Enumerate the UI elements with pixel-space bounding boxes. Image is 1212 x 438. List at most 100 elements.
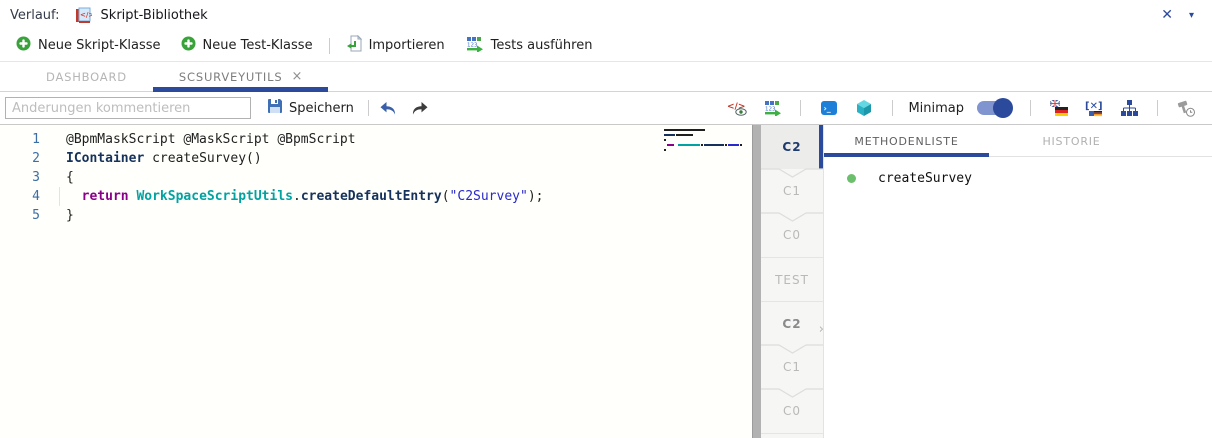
save-icon: [267, 98, 283, 118]
panel-tab[interactable]: HISTORIE: [989, 127, 1154, 156]
active-tab-bar: [819, 125, 823, 169]
line-number: 1: [0, 130, 40, 149]
divider: [800, 100, 801, 116]
code-text: return WorkSpaceScriptUtils.createDefaul…: [66, 187, 543, 206]
tab-label: DASHBOARD: [46, 70, 127, 84]
code-text: IContainer createSurvey(): [66, 149, 262, 168]
svg-text:</>: </>: [80, 11, 92, 19]
class-level-label: C1: [783, 360, 801, 374]
hierarchy-icon[interactable]: [1116, 95, 1142, 121]
class-level-tab[interactable]: TEST: [761, 257, 823, 301]
class-hierarchy-tabs: C2 C1 C0 TEST C2 C1 C0: [761, 125, 824, 438]
class-level-tab[interactable]: C2: [761, 301, 823, 345]
history-label: Verlauf:: [10, 8, 60, 23]
code-text: @BpmMaskScript @MaskScript @BpmScript: [66, 130, 356, 149]
document-tabbar: DASHBOARD SCSURVEYUTILS ×: [0, 62, 1212, 92]
close-icon[interactable]: ✕: [1153, 7, 1181, 23]
class-level-tab[interactable]: C0: [761, 213, 823, 257]
class-level-tab[interactable]: C1: [761, 169, 823, 213]
method-status-dot: [847, 174, 856, 183]
method-panel: METHODENLISTE HISTORIE createSurvey: [824, 125, 1212, 438]
new-script-class-label: Neue Skript-Klasse: [38, 38, 161, 53]
minimap-label: Minimap: [908, 101, 964, 116]
svg-text:123: 123: [765, 107, 776, 113]
code-line: 5 }: [0, 206, 752, 225]
svg-text:[✕]: [✕]: [1085, 101, 1103, 112]
code-editor[interactable]: 1 @BpmMaskScript @MaskScript @BpmScript …: [0, 125, 752, 438]
plus-circle-icon: [16, 36, 31, 55]
svg-text:123: 123: [467, 42, 478, 48]
run-tests-label: Tests ausführen: [491, 38, 593, 53]
build-history-icon[interactable]: [1173, 95, 1199, 121]
comment-input[interactable]: [5, 97, 251, 119]
run-tests-icon: 123: [465, 36, 484, 56]
code-text: {: [66, 168, 74, 187]
tab-label: SCSURVEYUTILS: [179, 70, 283, 84]
method-name: createSurvey: [878, 171, 972, 186]
minimap-toggle[interactable]: [977, 101, 1011, 115]
chevron-separator: [761, 168, 824, 179]
script-library-book-icon: </>: [74, 5, 94, 25]
class-level-tab[interactable]: C1: [761, 345, 823, 389]
save-label: Speichern: [289, 101, 354, 116]
code-text: }: [66, 206, 74, 225]
class-level-tab[interactable]: C2: [761, 125, 823, 169]
svg-text:›_: ›_: [824, 104, 831, 113]
panel-collapse-handle[interactable]: ›: [819, 322, 824, 337]
line-number: 2: [0, 149, 40, 168]
terminal-icon[interactable]: ›_: [816, 95, 842, 121]
class-level-tab[interactable]: [761, 433, 823, 438]
new-test-class-button[interactable]: Neue Test-Klasse: [171, 33, 323, 59]
divider: [1157, 100, 1158, 116]
plus-circle-icon: [181, 36, 196, 55]
chevron-separator: [761, 212, 824, 223]
chevron-separator: [761, 344, 824, 355]
new-test-class-label: Neue Test-Klasse: [203, 38, 313, 53]
code-line: 3 {: [0, 168, 752, 187]
run-tests-button[interactable]: 123 Tests ausführen: [455, 33, 603, 59]
save-button[interactable]: Speichern: [259, 95, 362, 121]
divider: [1030, 100, 1031, 116]
class-level-label: C2: [782, 140, 801, 154]
import-button[interactable]: Importieren: [336, 33, 455, 59]
class-level-label: TEST: [775, 273, 809, 287]
redo-icon[interactable]: [407, 95, 433, 121]
editor-scrollbar[interactable]: [752, 125, 761, 438]
run-tests-icon[interactable]: 123: [759, 95, 785, 121]
code-line: 4 return WorkSpaceScriptUtils.createDefa…: [0, 187, 752, 206]
method-list: createSurvey: [824, 165, 1212, 191]
language-flags-icon[interactable]: [1046, 95, 1072, 121]
missing-translation-icon[interactable]: [✕]: [1081, 95, 1107, 121]
page-title: Skript-Bibliothek: [101, 8, 208, 23]
undo-icon[interactable]: [375, 95, 401, 121]
window-header: Verlauf: </> Skript-Bibliothek ✕ ▾: [0, 0, 1212, 30]
panel-tab[interactable]: METHODENLISTE: [824, 127, 989, 156]
code-line: 1 @BpmMaskScript @MaskScript @BpmScript: [0, 130, 752, 149]
code-lines: 1 @BpmMaskScript @MaskScript @BpmScript …: [0, 130, 752, 225]
editor-toolbar: Speichern </> 123 ›_: [0, 92, 1212, 125]
main-area: 1 @BpmMaskScript @MaskScript @BpmScript …: [0, 125, 1212, 438]
tab-dashboard[interactable]: DASHBOARD: [20, 62, 153, 91]
divider: [329, 38, 330, 54]
class-level-label: C1: [783, 184, 801, 198]
new-script-class-button[interactable]: Neue Skript-Klasse: [6, 33, 171, 59]
code-preview-icon[interactable]: </>: [724, 95, 750, 121]
class-level-label: C0: [783, 404, 801, 418]
tab-scsurveyutils[interactable]: SCSURVEYUTILS ×: [153, 62, 328, 91]
import-icon: [346, 35, 362, 56]
divider: [892, 100, 893, 116]
minimap[interactable]: [664, 129, 738, 154]
import-label: Importieren: [369, 38, 445, 53]
line-number: 3: [0, 168, 40, 187]
method-list-item[interactable]: createSurvey: [824, 165, 1212, 191]
class-level-label: C2: [782, 317, 801, 331]
cube-icon[interactable]: [851, 95, 877, 121]
line-number: 5: [0, 206, 40, 225]
toggle-knob: [993, 98, 1013, 118]
tab-close-icon[interactable]: ×: [291, 69, 302, 84]
chevron-down-icon[interactable]: ▾: [1181, 10, 1202, 21]
class-level-tab[interactable]: C0: [761, 389, 823, 433]
line-number: 4: [0, 187, 40, 206]
divider: [368, 100, 369, 116]
action-toolbar: Neue Skript-Klasse Neue Test-Klasse Impo…: [0, 30, 1212, 62]
